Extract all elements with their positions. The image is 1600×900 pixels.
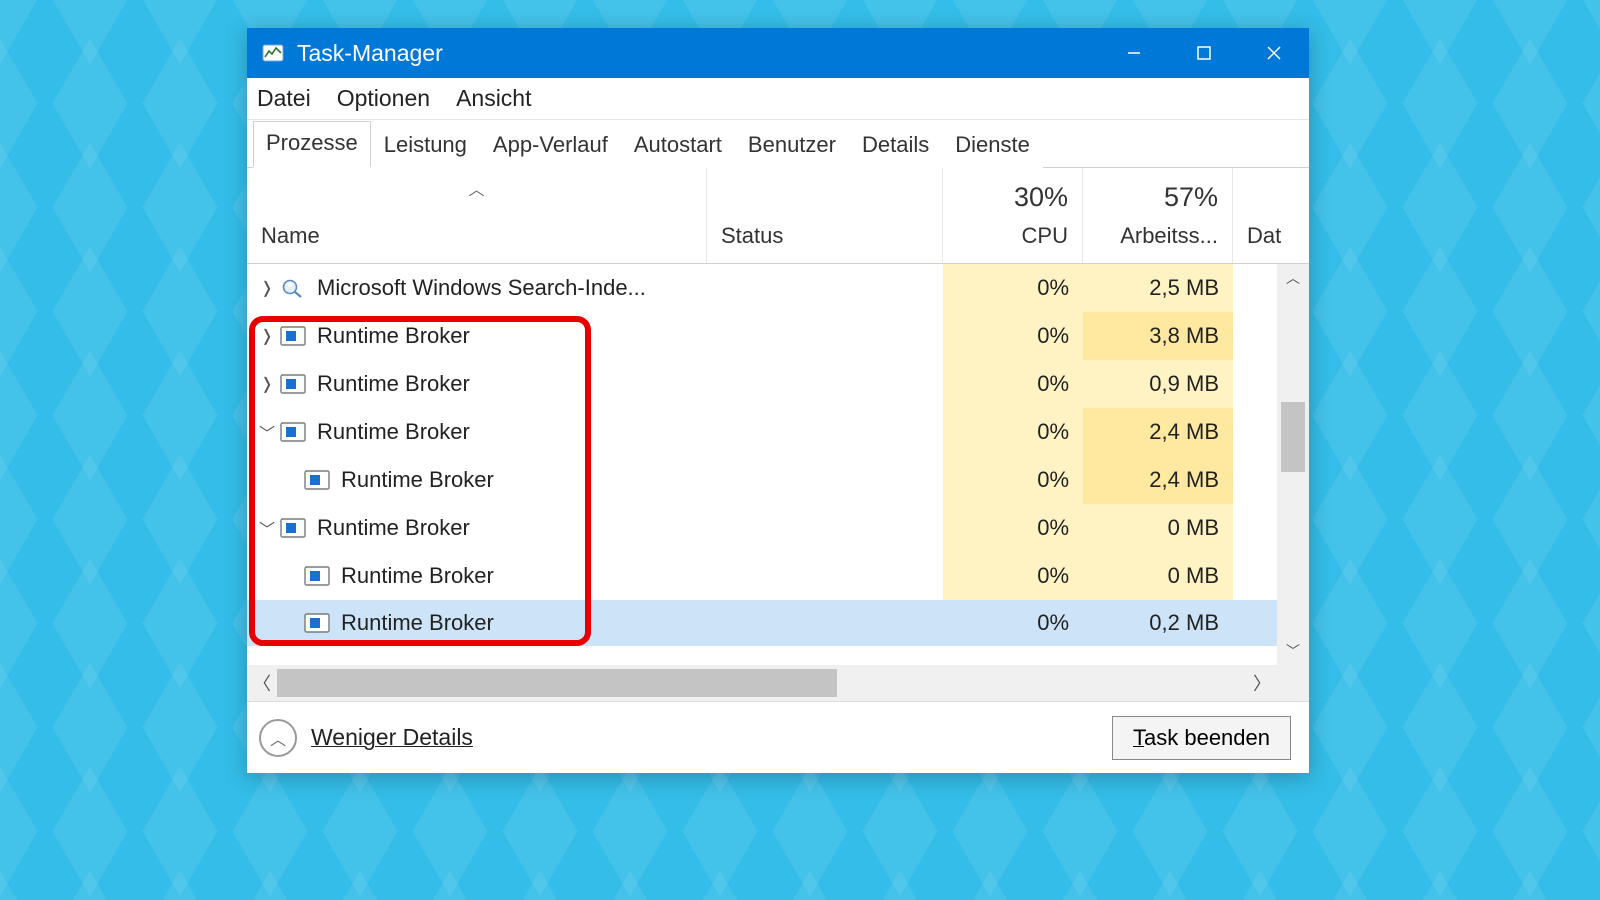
mem-total-pct: 57% bbox=[1164, 182, 1218, 213]
cpu-cell: 0% bbox=[943, 408, 1083, 456]
process-name: Runtime Broker bbox=[317, 515, 470, 541]
column-status-label: Status bbox=[721, 223, 783, 249]
horizontal-scrollbar[interactable]: 〈 〉 bbox=[247, 665, 1277, 701]
process-icon bbox=[279, 421, 307, 443]
window-title: Task-Manager bbox=[297, 40, 443, 67]
menubar: Datei Optionen Ansicht bbox=[247, 78, 1309, 120]
table-row[interactable]: ❭ Runtime Broker 0% 0,9 MB bbox=[247, 360, 1277, 408]
hscroll-track[interactable] bbox=[277, 665, 1247, 701]
memory-cell: 0,2 MB bbox=[1083, 600, 1233, 646]
expand-icon[interactable]: ﹀ bbox=[255, 516, 279, 540]
tab-performance[interactable]: Leistung bbox=[371, 123, 480, 168]
memory-cell: 0,9 MB bbox=[1083, 360, 1233, 408]
tab-processes[interactable]: Prozesse bbox=[253, 121, 371, 168]
memory-cell: 2,4 MB bbox=[1083, 408, 1233, 456]
vertical-scrollbar[interactable]: ︿ ﹀ bbox=[1277, 264, 1309, 665]
table-row[interactable]: Runtime Broker 0% 2,4 MB bbox=[247, 456, 1277, 504]
tab-app-history[interactable]: App-Verlauf bbox=[480, 123, 621, 168]
chevron-up-icon: ︿ bbox=[259, 719, 297, 757]
process-icon bbox=[303, 612, 331, 634]
expand-icon[interactable]: ❭ bbox=[255, 278, 279, 298]
expand-icon[interactable]: ﹀ bbox=[255, 420, 279, 444]
memory-cell: 2,4 MB bbox=[1083, 456, 1233, 504]
fewer-details-toggle[interactable]: ︿ Weniger Details bbox=[259, 719, 473, 757]
process-icon bbox=[303, 565, 331, 587]
titlebar[interactable]: Task-Manager bbox=[247, 28, 1309, 78]
hscroll-thumb[interactable] bbox=[277, 669, 837, 697]
process-name: Runtime Broker bbox=[317, 323, 470, 349]
process-list-area: ❭ Microsoft Windows Search-Inde... 0% 2,… bbox=[247, 264, 1309, 701]
cpu-cell: 0% bbox=[943, 360, 1083, 408]
column-header-cpu[interactable]: 30% CPU bbox=[943, 168, 1083, 263]
menu-options[interactable]: Optionen bbox=[337, 85, 430, 112]
footer: ︿ Weniger Details Task beenden bbox=[247, 701, 1309, 773]
process-name: Runtime Broker bbox=[317, 371, 470, 397]
fewer-details-label: Weniger Details bbox=[311, 724, 473, 751]
end-task-button[interactable]: Task beenden bbox=[1112, 716, 1291, 760]
column-mem-label: Arbeitss... bbox=[1120, 223, 1218, 249]
process-name: Microsoft Windows Search-Inde... bbox=[317, 275, 646, 301]
cpu-cell: 0% bbox=[943, 552, 1083, 600]
tab-details[interactable]: Details bbox=[849, 123, 942, 168]
tabbar: Prozesse Leistung App-Verlauf Autostart … bbox=[247, 120, 1309, 168]
table-row[interactable]: ﹀ Runtime Broker 0% 0 MB bbox=[247, 504, 1277, 552]
tab-users[interactable]: Benutzer bbox=[735, 123, 849, 168]
vscroll-thumb[interactable] bbox=[1281, 402, 1305, 472]
scroll-left-icon[interactable]: 〈 bbox=[247, 665, 277, 701]
menu-view[interactable]: Ansicht bbox=[456, 85, 531, 112]
task-manager-icon bbox=[261, 41, 285, 65]
process-rows: ❭ Microsoft Windows Search-Inde... 0% 2,… bbox=[247, 264, 1277, 665]
column-name-label: Name bbox=[261, 223, 320, 249]
table-row[interactable]: ﹀ Runtime Broker 0% 2,4 MB bbox=[247, 408, 1277, 456]
window-controls bbox=[1099, 28, 1309, 78]
tab-startup[interactable]: Autostart bbox=[621, 123, 735, 168]
cpu-total-pct: 30% bbox=[1014, 182, 1068, 213]
cpu-cell: 0% bbox=[943, 600, 1083, 646]
cpu-cell: 0% bbox=[943, 504, 1083, 552]
scroll-right-icon[interactable]: 〉 bbox=[1247, 665, 1277, 701]
column-header-status[interactable]: Status bbox=[707, 168, 943, 263]
process-name: Runtime Broker bbox=[341, 610, 494, 636]
process-name: Runtime Broker bbox=[317, 419, 470, 445]
vscroll-track[interactable] bbox=[1277, 292, 1309, 637]
column-dat-label: Dat bbox=[1247, 223, 1281, 249]
column-headers: ︿ Name Status 30% CPU 57% Arbeitss... Da… bbox=[247, 168, 1309, 264]
sort-indicator-icon: ︿ bbox=[468, 176, 484, 200]
process-icon bbox=[303, 469, 331, 491]
close-button[interactable] bbox=[1239, 28, 1309, 78]
scroll-corner bbox=[1277, 665, 1309, 701]
column-header-data[interactable]: Dat bbox=[1233, 168, 1309, 263]
memory-cell: 0 MB bbox=[1083, 504, 1233, 552]
column-header-name[interactable]: ︿ Name bbox=[247, 168, 707, 263]
process-icon bbox=[279, 325, 307, 347]
cpu-cell: 0% bbox=[943, 264, 1083, 312]
cpu-cell: 0% bbox=[943, 312, 1083, 360]
memory-cell: 2,5 MB bbox=[1083, 264, 1233, 312]
process-name: Runtime Broker bbox=[341, 563, 494, 589]
scroll-up-icon[interactable]: ︿ bbox=[1277, 264, 1309, 292]
memory-cell: 3,8 MB bbox=[1083, 312, 1233, 360]
cpu-cell: 0% bbox=[943, 456, 1083, 504]
process-icon bbox=[279, 517, 307, 539]
table-row[interactable]: ❭ Microsoft Windows Search-Inde... 0% 2,… bbox=[247, 264, 1277, 312]
memory-cell: 0 MB bbox=[1083, 552, 1233, 600]
menu-file[interactable]: Datei bbox=[257, 85, 311, 112]
search-icon bbox=[279, 277, 307, 299]
tab-services[interactable]: Dienste bbox=[942, 123, 1043, 168]
process-name: Runtime Broker bbox=[341, 467, 494, 493]
table-row[interactable]: Runtime Broker 0% 0 MB bbox=[247, 552, 1277, 600]
task-manager-window: Task-Manager Datei Optionen Ansicht Proz… bbox=[247, 28, 1309, 773]
maximize-button[interactable] bbox=[1169, 28, 1239, 78]
process-icon bbox=[279, 373, 307, 395]
column-cpu-label: CPU bbox=[1022, 223, 1068, 249]
table-row[interactable]: ❭ Runtime Broker 0% 3,8 MB bbox=[247, 312, 1277, 360]
minimize-button[interactable] bbox=[1099, 28, 1169, 78]
scroll-down-icon[interactable]: ﹀ bbox=[1277, 637, 1309, 665]
table-row[interactable]: Runtime Broker 0% 0,2 MB bbox=[247, 600, 1277, 646]
expand-icon[interactable]: ❭ bbox=[255, 326, 279, 346]
expand-icon[interactable]: ❭ bbox=[255, 374, 279, 394]
column-header-memory[interactable]: 57% Arbeitss... bbox=[1083, 168, 1233, 263]
